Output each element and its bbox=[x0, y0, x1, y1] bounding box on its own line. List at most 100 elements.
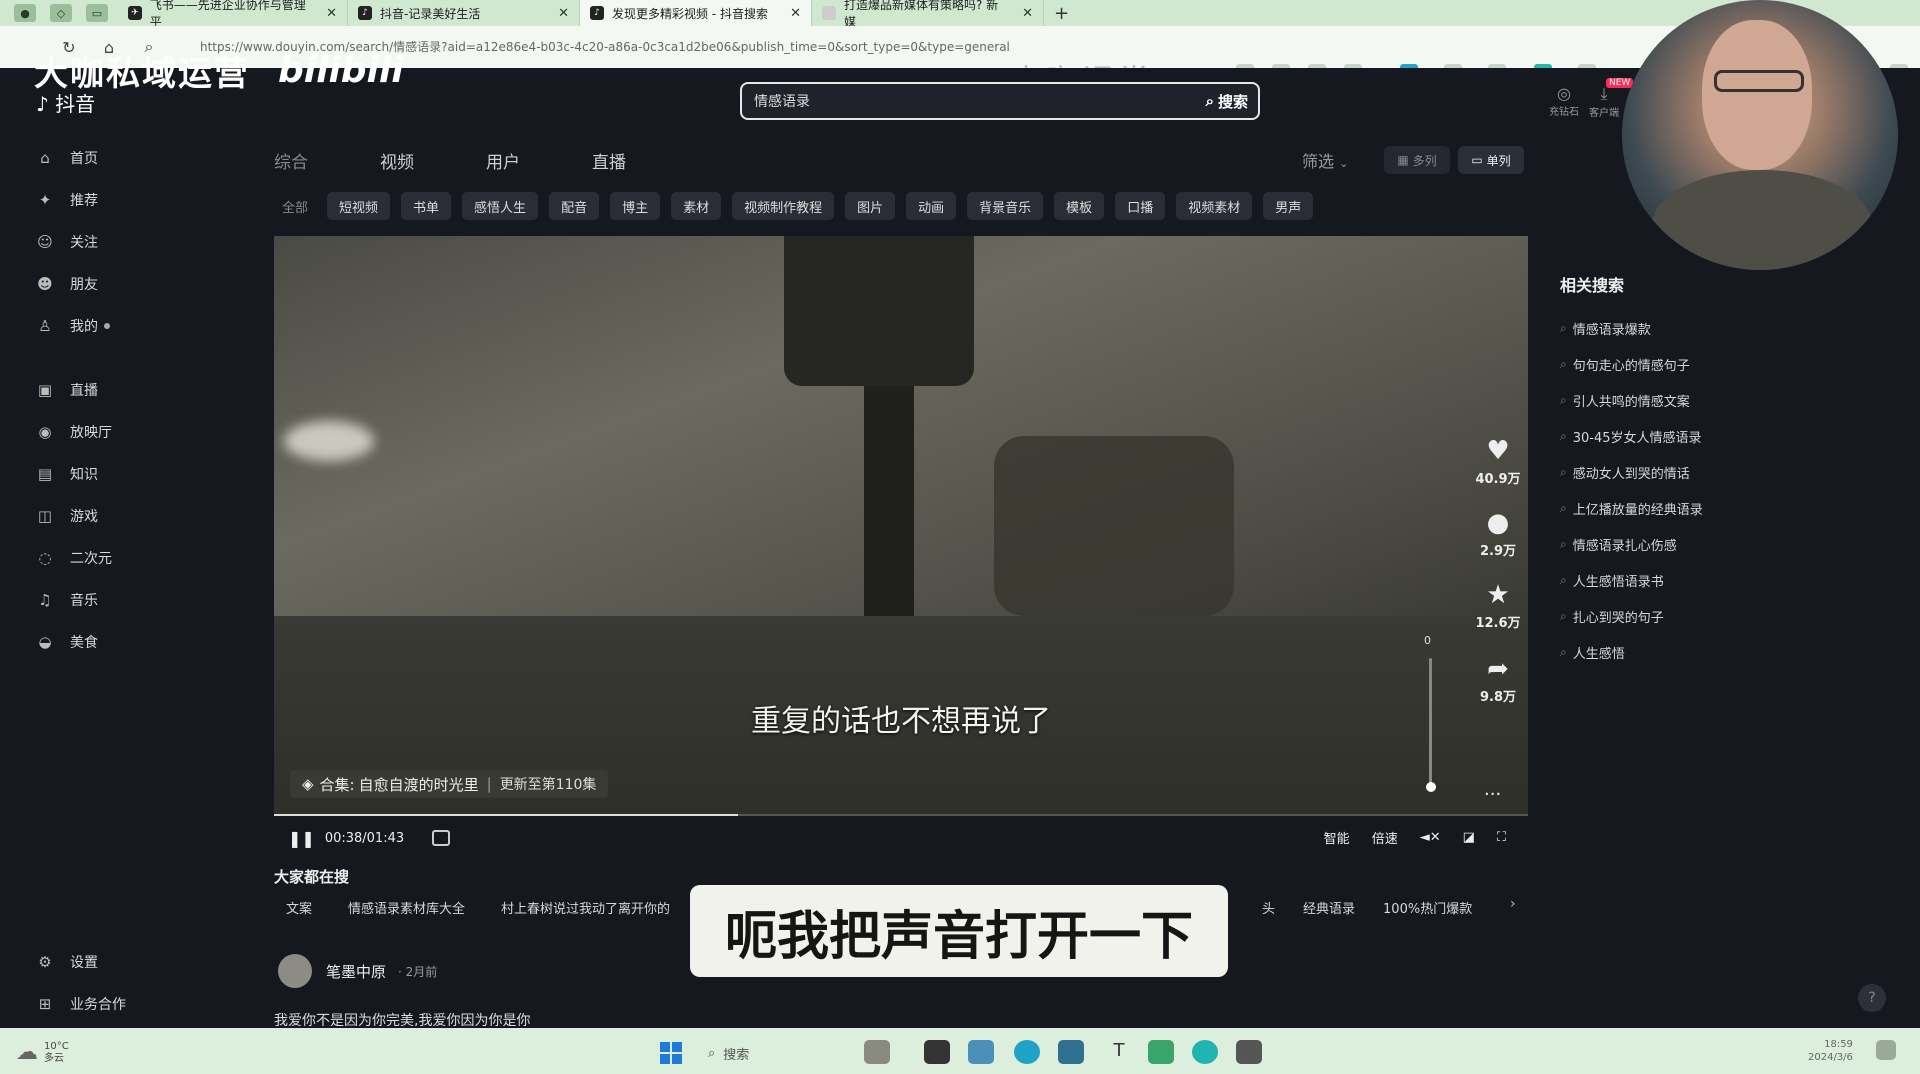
close-icon[interactable]: ✕ bbox=[314, 6, 337, 21]
related-search-item[interactable]: ⌕ 情感语录爆款 bbox=[1560, 310, 1703, 346]
chip[interactable]: 模板 bbox=[1054, 192, 1105, 220]
taskbar-search[interactable]: ⌕ 搜索 bbox=[708, 1044, 749, 1063]
sidebar-item-music[interactable]: ♫ 音乐 bbox=[36, 588, 98, 612]
sidebar-item-friends[interactable]: ☻ 朋友 bbox=[36, 272, 98, 296]
tab-user[interactable]: 用户 bbox=[486, 148, 520, 173]
app-icon[interactable] bbox=[1236, 1040, 1262, 1064]
volume-knob[interactable] bbox=[1426, 782, 1436, 792]
hot-search-item[interactable]: 100%热门爆款 bbox=[1383, 898, 1472, 917]
speed-button[interactable]: 倍速 bbox=[1372, 828, 1398, 847]
chip[interactable]: 全部 bbox=[274, 192, 316, 220]
video-player[interactable]: 重复的话也不想再说了 ◈ 合集: 自愈自渡的时光里 | 更新至第110集 ♥ 4… bbox=[274, 236, 1528, 816]
tab-newmedia[interactable]: 打造爆品新媒体有策略吗? 新媒 ✕ bbox=[812, 0, 1044, 29]
close-icon[interactable]: ✕ bbox=[546, 6, 569, 21]
hot-search-item[interactable]: 情感语录素材库大全 bbox=[348, 898, 465, 917]
text-app-icon[interactable]: T bbox=[1106, 1040, 1132, 1064]
filter-button[interactable]: 筛选 ⌄ bbox=[1302, 148, 1348, 172]
more-icon[interactable]: ··· bbox=[1484, 784, 1501, 805]
clip-icon[interactable] bbox=[432, 830, 451, 846]
related-search-item[interactable]: ⌕ 人生感悟语录书 bbox=[1560, 562, 1703, 598]
sidebar-item-business[interactable]: ⊞ 业务合作 bbox=[36, 992, 126, 1016]
search-input[interactable] bbox=[742, 93, 1206, 109]
author-name[interactable]: 笔墨中原 bbox=[326, 961, 386, 982]
favorite-button[interactable]: ★ 12.6万 bbox=[1470, 580, 1526, 631]
related-search-item[interactable]: ⌕ 引人共鸣的情感文案 bbox=[1560, 382, 1703, 418]
sidebar-item-mine[interactable]: ♙ 我的 bbox=[36, 314, 110, 338]
related-search-item[interactable]: ⌕ 扎心到哭的句子 bbox=[1560, 598, 1703, 634]
chip[interactable]: 视频素材 bbox=[1176, 192, 1253, 220]
related-search-item[interactable]: ⌕ 30-45岁女人情感语录 bbox=[1560, 418, 1703, 454]
sidebar-item-anime[interactable]: ◌ 二次元 bbox=[36, 546, 112, 570]
app-icon[interactable] bbox=[1148, 1040, 1174, 1064]
view-single-column-button[interactable]: ▭ 单列 bbox=[1458, 146, 1524, 174]
app-icon[interactable] bbox=[1192, 1040, 1218, 1064]
tab-feishu[interactable]: ✈ 飞书——先进企业协作与管理平 ✕ bbox=[118, 0, 348, 29]
tab-douyin[interactable]: ♪ 抖音-记录美好生活 ✕ bbox=[348, 0, 580, 26]
picture-in-picture-icon[interactable]: ◪ bbox=[1463, 830, 1475, 845]
sidebar-item-follow[interactable]: ☺ 关注 bbox=[36, 230, 98, 254]
chip[interactable]: 口播 bbox=[1115, 192, 1166, 220]
related-search-item[interactable]: ⌕ 情感语录扎心伤感 bbox=[1560, 526, 1703, 562]
chip[interactable]: 视频制作教程 bbox=[732, 192, 835, 220]
start-button[interactable] bbox=[660, 1042, 682, 1064]
hot-search-item[interactable]: 文案 bbox=[286, 898, 312, 917]
tab-general[interactable]: 综合 bbox=[274, 148, 308, 173]
related-search-item[interactable]: ⌕ 句句走心的情感句子 bbox=[1560, 346, 1703, 382]
search-button[interactable]: ⌕ 搜索 bbox=[1206, 91, 1258, 112]
profile-icon[interactable]: ● bbox=[14, 4, 36, 22]
app-icon[interactable] bbox=[968, 1040, 994, 1064]
chip[interactable]: 动画 bbox=[906, 192, 957, 220]
comment-button[interactable]: ● 2.9万 bbox=[1470, 508, 1526, 559]
like-button[interactable]: ♥ 40.9万 bbox=[1470, 436, 1526, 487]
collection-tag[interactable]: ◈ 合集: 自愈自渡的时光里 | 更新至第110集 bbox=[290, 770, 609, 798]
volume-slider[interactable]: 0 bbox=[1424, 634, 1438, 799]
chevron-right-icon[interactable]: › bbox=[1510, 896, 1516, 912]
system-clock[interactable]: 18:59 2024/3/6 bbox=[1808, 1038, 1853, 1064]
related-search-item[interactable]: ⌕ 上亿播放量的经典语录 bbox=[1560, 490, 1703, 526]
progress-bar[interactable] bbox=[274, 814, 1528, 816]
volume-icon[interactable]: ◄✕ bbox=[1420, 830, 1441, 845]
tab-actions-icon[interactable]: ▭ bbox=[86, 4, 108, 22]
tab-live[interactable]: 直播 bbox=[592, 148, 626, 173]
post-author[interactable]: 笔墨中原 · 2月前 bbox=[278, 954, 437, 988]
file-explorer-icon[interactable] bbox=[924, 1040, 950, 1064]
sidebar-item-knowledge[interactable]: ▤ 知识 bbox=[36, 462, 98, 486]
sidebar-item-recommend[interactable]: ✦ 推荐 bbox=[36, 188, 98, 212]
help-icon[interactable]: ? bbox=[1858, 984, 1886, 1012]
fullscreen-icon[interactable]: ⛶ bbox=[1497, 830, 1506, 845]
smart-button[interactable]: 智能 bbox=[1324, 828, 1350, 847]
chip[interactable]: 配音 bbox=[549, 192, 600, 220]
chip[interactable]: 男声 bbox=[1263, 192, 1314, 220]
client-button[interactable]: ⤓ 客户端 bbox=[1584, 84, 1624, 119]
tab-douyin-search[interactable]: ♪ 发现更多精彩视频 - 抖音搜索 ✕ bbox=[580, 0, 812, 26]
sidebar-item-games[interactable]: ◫ 游戏 bbox=[36, 504, 98, 528]
tab-video[interactable]: 视频 bbox=[380, 148, 414, 173]
hot-search-item[interactable]: 村上春树说过我动了离开你的 bbox=[501, 898, 670, 917]
weather-widget[interactable]: ☁ 10°C 多云 bbox=[16, 1040, 69, 1065]
related-search-item[interactable]: ⌕ 人生感悟 bbox=[1560, 634, 1703, 670]
extensions-icon[interactable]: ◇ bbox=[50, 4, 72, 22]
chip[interactable]: 博主 bbox=[610, 192, 661, 220]
notification-icon[interactable] bbox=[1876, 1040, 1896, 1060]
diamond-button[interactable]: ◎ 充钻石 bbox=[1544, 84, 1584, 118]
close-icon[interactable]: ✕ bbox=[778, 6, 801, 21]
new-tab-icon[interactable]: + bbox=[1054, 3, 1069, 24]
chip[interactable]: 感悟人生 bbox=[462, 192, 539, 220]
sidebar-item-food[interactable]: ◒ 美食 bbox=[36, 630, 98, 654]
chip[interactable]: 素材 bbox=[671, 192, 722, 220]
sidebar-item-live[interactable]: ▣ 直播 bbox=[36, 378, 98, 402]
hot-search-item[interactable]: 经典语录 bbox=[1303, 898, 1355, 917]
share-button[interactable]: ➦ 9.8万 bbox=[1470, 654, 1526, 705]
chip[interactable]: 背景音乐 bbox=[967, 192, 1044, 220]
sidebar-item-home[interactable]: ⌂ 首页 bbox=[36, 146, 98, 170]
app-icon[interactable] bbox=[1058, 1040, 1084, 1064]
hot-search-item[interactable]: 头 bbox=[1262, 898, 1275, 917]
chip[interactable]: 书单 bbox=[401, 192, 452, 220]
sidebar-item-settings[interactable]: ⚙ 设置 bbox=[36, 950, 98, 974]
widget-app-icon[interactable] bbox=[864, 1040, 890, 1064]
pause-icon[interactable]: ❚❚ bbox=[288, 829, 315, 848]
douyin-logo[interactable]: ♪ 抖音 bbox=[36, 88, 95, 117]
chip[interactable]: 短视频 bbox=[327, 192, 391, 220]
chip[interactable]: 图片 bbox=[845, 192, 896, 220]
related-search-item[interactable]: ⌕ 感动女人到哭的情话 bbox=[1560, 454, 1703, 490]
